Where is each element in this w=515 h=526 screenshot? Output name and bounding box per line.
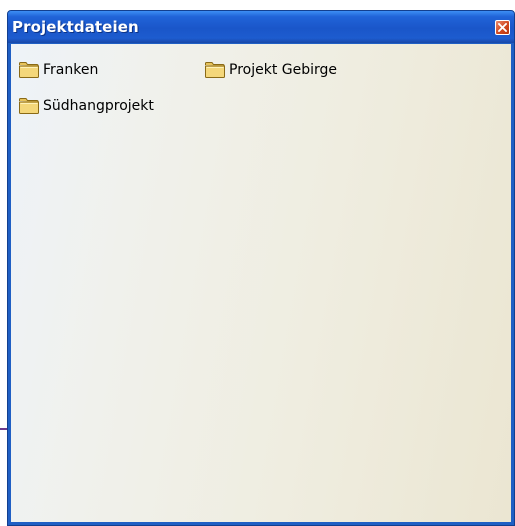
folder-label: Franken bbox=[43, 62, 99, 78]
folder-icon bbox=[19, 98, 39, 114]
folder-label: Projekt Gebirge bbox=[229, 62, 338, 78]
folder-item-projekt-gebirge[interactable]: Projekt Gebirge bbox=[204, 60, 337, 80]
folder-item-franken[interactable]: Franken bbox=[18, 60, 98, 80]
window-title: Projektdateien bbox=[12, 18, 139, 36]
close-button[interactable] bbox=[495, 20, 510, 35]
screen: Projektdateien Franken Projekt Gebirge S… bbox=[0, 0, 515, 526]
close-icon bbox=[498, 23, 507, 32]
folder-icon bbox=[205, 62, 225, 78]
folder-item-suedhangprojekt[interactable]: Südhangprojekt bbox=[18, 96, 154, 116]
title-bar[interactable]: Projektdateien bbox=[8, 11, 514, 43]
folder-icon bbox=[19, 62, 39, 78]
project-files-window: Projektdateien Franken Projekt Gebirge S… bbox=[7, 10, 515, 526]
file-list-area: Franken Projekt Gebirge Südhangprojekt bbox=[11, 44, 511, 522]
folder-label: Südhangprojekt bbox=[43, 98, 154, 114]
